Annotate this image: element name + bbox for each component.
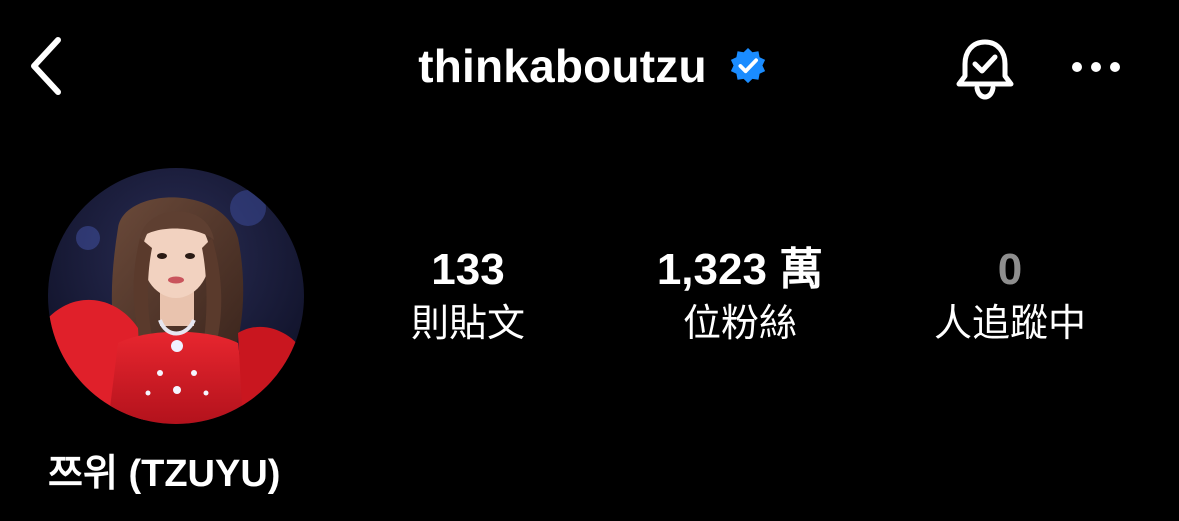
- posts-count-value: 133: [431, 245, 505, 294]
- posts-count-label: 則貼文: [410, 301, 525, 345]
- following-count-label: 人追蹤中: [933, 301, 1086, 345]
- more-options-button[interactable]: [1066, 44, 1126, 90]
- verified-badge-icon: [730, 47, 765, 84]
- posts-count[interactable]: 133 則貼文: [388, 244, 548, 350]
- profile-photo: [48, 168, 304, 424]
- followers-count[interactable]: 1,323 萬 位粉絲: [620, 244, 860, 350]
- profile-avatar[interactable]: [48, 168, 304, 424]
- more-horizontal-icon: [1072, 62, 1120, 72]
- profile-display-name: 쯔위 (TZUYU): [48, 453, 281, 495]
- following-count-value: 0: [997, 245, 1023, 294]
- bell-check-icon: [956, 39, 1014, 100]
- profile-username: thinkaboutzu: [418, 40, 707, 92]
- followers-count-label: 位粉絲: [682, 301, 797, 345]
- followers-count-value: 1,323 萬: [656, 245, 824, 294]
- notifications-button[interactable]: [950, 34, 1020, 104]
- top-navigation-bar: thinkaboutzu: [0, 0, 1179, 130]
- following-count[interactable]: 0 人追蹤中: [910, 244, 1110, 350]
